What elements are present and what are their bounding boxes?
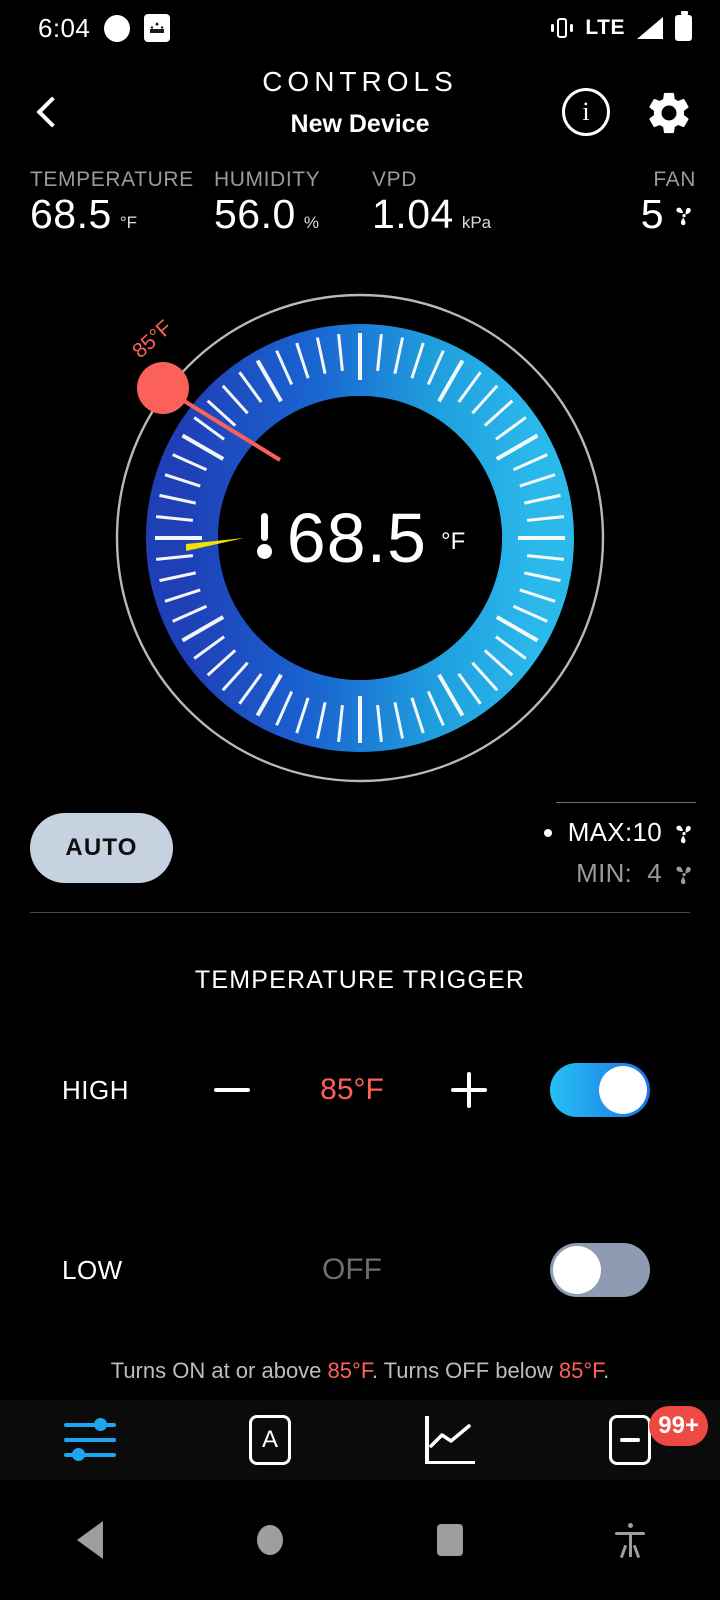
footnote-high-value: 85°F	[327, 1358, 372, 1383]
metric-label: FAN	[653, 168, 696, 191]
metric-fan: FAN 5	[641, 168, 696, 235]
fan-limits-rule	[556, 802, 696, 803]
trigger-high-label: HIGH	[62, 1074, 129, 1105]
metric-unit: °F	[119, 213, 137, 232]
android-accessibility-button[interactable]	[540, 1480, 720, 1600]
plus-icon-v	[467, 1072, 471, 1108]
trigger-high-toggle[interactable]	[550, 1063, 650, 1117]
back-triangle-icon	[77, 1521, 103, 1559]
toggle-knob	[553, 1246, 601, 1294]
line-chart-icon	[425, 1416, 475, 1464]
section-divider	[30, 912, 690, 913]
vibrate-icon	[551, 16, 574, 40]
app-screen: 6:04 LTE CONTROLS New Device i TEMPERATU…	[0, 0, 720, 1600]
battery-icon	[675, 11, 692, 41]
metric-value: 5	[640, 191, 664, 237]
app-header: CONTROLS New Device i	[0, 56, 720, 160]
trigger-row-low: LOW OFF	[0, 1238, 720, 1302]
metric-value: 56.0	[214, 191, 296, 237]
fan-min-label: MIN: 4	[576, 858, 662, 888]
footnote-end: .	[603, 1358, 610, 1383]
android-back-button[interactable]	[0, 1480, 180, 1600]
trigger-high-increment-button[interactable]	[442, 1063, 496, 1117]
trigger-high-value[interactable]: 85°F	[262, 1073, 442, 1107]
temperature-dial[interactable]: 85°F 68.5 °F	[98, 288, 622, 788]
trigger-low-label: LOW	[62, 1254, 123, 1285]
trigger-low-value[interactable]: OFF	[262, 1253, 442, 1287]
info-icon[interactable]: i	[562, 88, 610, 136]
metric-humidity: HUMIDITY 56.0 %	[214, 168, 320, 235]
trigger-section-title: TEMPERATURE TRIGGER	[194, 966, 526, 994]
device-name: New Device	[290, 110, 430, 138]
metric-label: TEMPERATURE	[30, 168, 194, 191]
chart-tab[interactable]	[360, 1400, 540, 1480]
metric-label: HUMIDITY	[214, 168, 321, 191]
bottom-tab-bar: A 99+	[0, 1400, 720, 1480]
auto-mode-button[interactable]: AUTO	[30, 813, 173, 883]
fan-max-label: MAX:10	[567, 817, 662, 847]
metrics-row: TEMPERATURE 68.5 °F HUMIDITY 56.0 % VPD …	[0, 168, 720, 260]
status-bar-left: 6:04	[0, 12, 171, 44]
trigger-low-toggle[interactable]	[550, 1243, 650, 1297]
app-badge-icon	[144, 14, 171, 42]
trigger-row-high: HIGH 85°F	[0, 1058, 720, 1122]
dial-inner-disc	[218, 396, 502, 680]
android-recents-button[interactable]	[360, 1480, 540, 1600]
gear-icon[interactable]	[644, 88, 694, 138]
auto-tab[interactable]: A	[180, 1400, 360, 1480]
metric-value: 68.5	[30, 191, 112, 237]
trigger-high-decrement-button[interactable]	[205, 1063, 259, 1117]
android-home-button[interactable]	[180, 1480, 360, 1600]
footnote-pre: Turns ON at or above	[110, 1358, 328, 1383]
status-bar-right: LTE	[551, 11, 720, 41]
minus-icon	[214, 1088, 250, 1092]
recents-square-icon	[437, 1524, 463, 1556]
home-circle-icon	[257, 1525, 283, 1555]
circle-icon	[104, 14, 131, 42]
sliders-icon	[64, 1418, 116, 1461]
metric-label: VPD	[372, 168, 417, 191]
fan-min-row[interactable]: MIN: 4	[416, 858, 696, 889]
auto-a-icon: A	[249, 1415, 291, 1465]
notification-badge: 99+	[649, 1406, 708, 1446]
status-bar: 6:04 LTE	[0, 0, 720, 56]
dial-knob	[137, 362, 189, 414]
status-time: 6:04	[38, 12, 91, 43]
page-title: CONTROLS	[262, 66, 458, 97]
toggle-knob	[599, 1066, 647, 1114]
network-label: LTE	[585, 16, 625, 39]
notes-tab[interactable]: 99+	[540, 1400, 720, 1480]
metric-vpd: VPD 1.04 kPa	[372, 168, 491, 235]
fan-icon	[676, 825, 691, 843]
fan-max-row[interactable]: MAX:10	[416, 817, 696, 848]
bullet-icon	[543, 828, 552, 837]
fan-icon	[676, 866, 691, 884]
android-nav-bar	[0, 1480, 720, 1600]
signal-icon	[637, 17, 663, 39]
footnote-mid: . Turns OFF below	[371, 1358, 559, 1383]
trigger-footnote: Turns ON at or above 85°F. Turns OFF bel…	[0, 1358, 720, 1384]
metric-unit: %	[303, 213, 319, 232]
controls-tab[interactable]	[0, 1400, 180, 1480]
metric-unit: kPa	[461, 213, 492, 232]
fan-limits: MAX:10 MIN: 4	[416, 802, 696, 899]
metric-value: 1.04	[372, 191, 454, 237]
accessibility-icon	[615, 1523, 645, 1559]
fan-icon	[676, 207, 691, 225]
metric-temperature: TEMPERATURE 68.5 °F	[30, 168, 194, 235]
note-icon	[609, 1415, 651, 1465]
dial-svg	[115, 293, 605, 783]
footnote-low-value: 85°F	[558, 1358, 604, 1383]
